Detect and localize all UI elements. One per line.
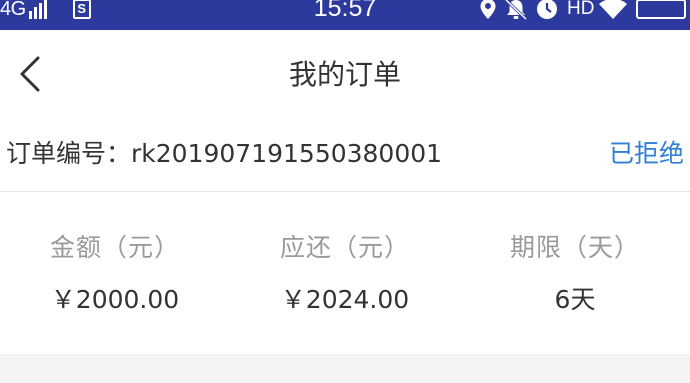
nav-bar: 我的订单 [0,30,690,118]
alarm-icon [537,0,557,19]
status-bar: 4G S 15:57 HD [0,0,690,30]
stat-value: ￥2000.00 [50,285,180,314]
stat-label: 期限（天） [509,233,640,262]
status-right: HD [479,0,687,24]
wifi-icon [599,0,628,19]
stat-label: 金额（元） [49,233,180,262]
background-area [0,354,690,383]
status-badge: 已拒绝 [608,139,684,168]
order-number: 订单编号：rk201907191550380001 [6,139,443,168]
location-icon [480,0,496,19]
stat-label: 应还（元） [279,233,410,262]
order-header[interactable]: 订单编号：rk201907191550380001 已拒绝 [0,118,690,192]
stat-amount: 金额（元） ￥2000.00 [0,192,230,354]
page-title: 我的订单 [288,58,401,91]
stat-term: 期限（天） 6天 [460,192,690,354]
stat-repayment: 应还（元） ￥2024.00 [230,192,460,354]
order-stats: 金额（元） ￥2000.00 应还（元） ￥2024.00 期限（天） 6天 [0,192,690,354]
stat-value: 6天 [554,285,596,314]
hd-label: HD [567,0,595,19]
stat-value: ￥2024.00 [280,285,410,314]
battery-icon [636,0,687,19]
mute-icon [504,0,528,20]
